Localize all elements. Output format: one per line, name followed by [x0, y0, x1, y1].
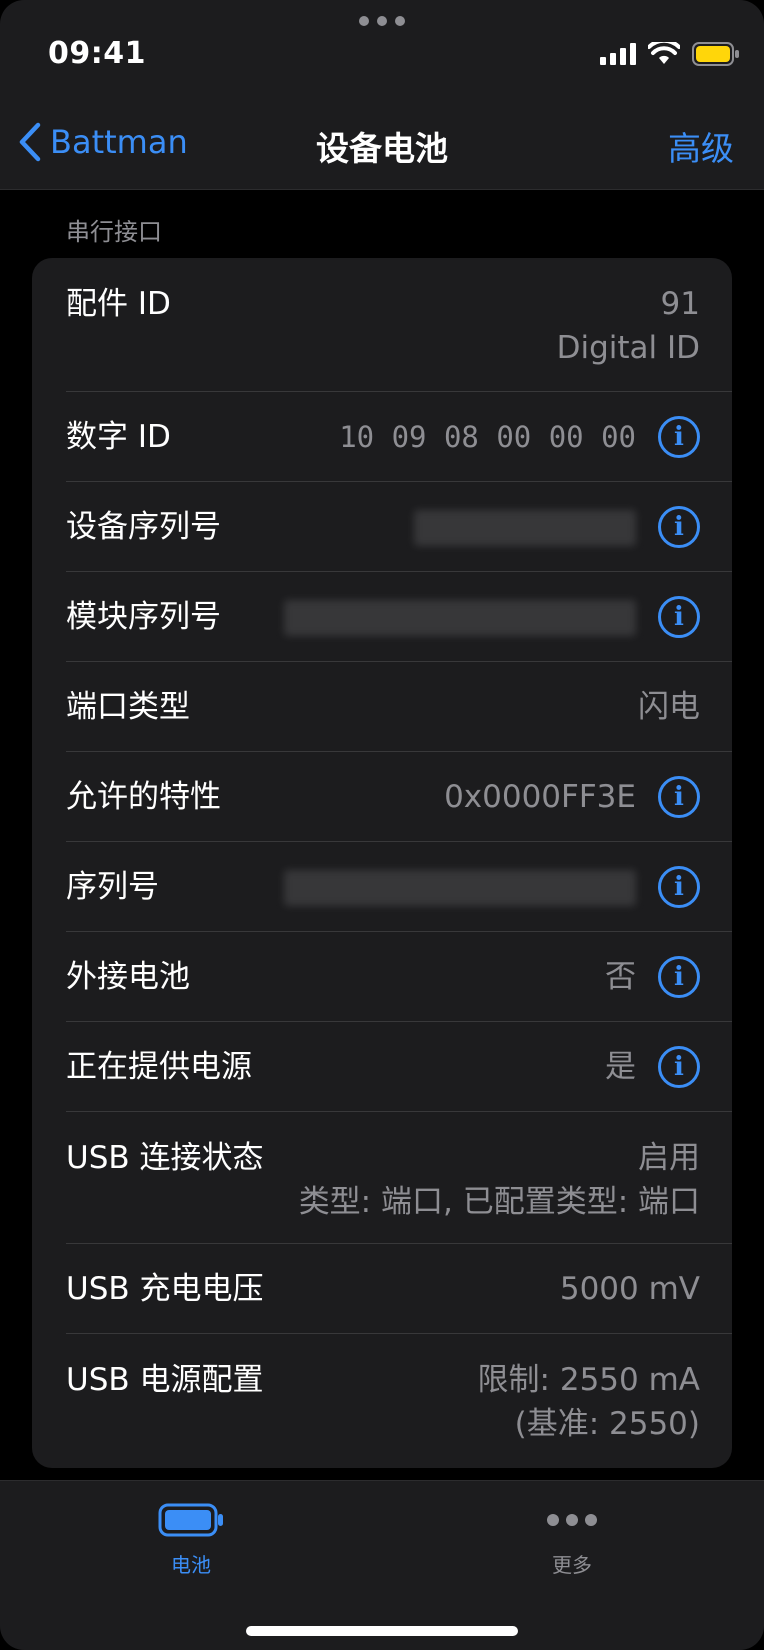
row-label: 正在提供电源	[66, 1049, 252, 1085]
row-usb-power-config: USB 电源配置 限制: 2550 mA (基准: 2550)	[66, 1334, 732, 1468]
redacted-value	[414, 510, 636, 546]
settings-group: 配件 ID 91 Digital ID 数字 ID 10 09 08 00 00…	[32, 258, 732, 1468]
row-label: 模块序列号	[66, 599, 221, 635]
row-allowed-features[interactable]: 允许的特性 0x0000FF3E i	[66, 752, 732, 842]
tab-battery[interactable]: 电池	[131, 1503, 251, 1578]
row-value-line2: Digital ID	[556, 330, 700, 366]
row-value-line1: 启用	[638, 1140, 700, 1176]
phone-screen: 09:41 Battman 设备电池 高级 串行接口 配件 ID 91 Digi…	[0, 0, 764, 1650]
battery-status-icon	[692, 42, 739, 66]
row-label: 序列号	[66, 869, 159, 905]
row-providing-power[interactable]: 正在提供电源 是 i	[66, 1022, 732, 1112]
row-usb-connection-state: USB 连接状态 启用 类型: 端口, 已配置类型: 端口	[66, 1112, 732, 1244]
info-icon[interactable]: i	[658, 776, 700, 818]
row-label: 外接电池	[66, 959, 190, 995]
row-value: 91 Digital ID	[557, 282, 700, 370]
row-label: 允许的特性	[66, 779, 221, 815]
status-bar: 09:41	[0, 0, 764, 100]
row-label: USB 电源配置	[66, 1362, 264, 1398]
tab-label: 电池	[171, 1553, 211, 1577]
info-icon[interactable]: i	[658, 866, 700, 908]
row-digital-id[interactable]: 数字 ID 10 09 08 00 00 00 i	[66, 392, 732, 482]
row-device-serial[interactable]: 设备序列号 i	[66, 482, 732, 572]
row-label: 端口类型	[66, 689, 190, 725]
row-label: USB 连接状态	[66, 1140, 264, 1176]
row-accessory-id: 配件 ID 91 Digital ID	[66, 258, 732, 392]
tab-more[interactable]: 更多	[512, 1503, 632, 1578]
redacted-value	[284, 600, 636, 636]
row-value: 否	[605, 959, 636, 995]
status-icons	[600, 42, 740, 66]
row-label: 配件 ID	[66, 286, 171, 322]
advanced-button[interactable]: 高级	[668, 122, 734, 170]
wifi-icon	[648, 42, 680, 64]
info-icon[interactable]: i	[658, 1046, 700, 1088]
home-indicator[interactable]	[246, 1626, 518, 1636]
info-icon[interactable]: i	[658, 506, 700, 548]
row-label: 设备序列号	[66, 509, 221, 545]
cellular-signal-icon	[600, 43, 636, 65]
row-value-line1: 限制: 2550 mA	[477, 1362, 700, 1398]
more-icon	[547, 1514, 597, 1526]
info-icon[interactable]: i	[658, 416, 700, 458]
row-value: 是	[605, 1049, 636, 1085]
row-value: 闪电	[638, 689, 700, 725]
row-value-line2: (基准: 2550)	[514, 1406, 700, 1442]
row-value: 限制: 2550 mA (基准: 2550)	[478, 1358, 700, 1446]
navigation-bar: Battman 设备电池 高级	[0, 100, 764, 190]
redacted-value	[284, 870, 636, 906]
row-label: 数字 ID	[66, 419, 171, 455]
row-port-type: 端口类型 闪电	[66, 662, 732, 752]
row-value: 启用 类型: 端口, 已配置类型: 端口	[299, 1136, 700, 1224]
section-header: 串行接口	[66, 218, 162, 246]
row-value: 5000 mV	[559, 1271, 700, 1307]
page-title: 设备电池	[316, 129, 448, 168]
row-value: 0x0000FF3E	[444, 779, 636, 815]
row-serial-number[interactable]: 序列号 i	[66, 842, 732, 932]
row-module-serial[interactable]: 模块序列号 i	[66, 572, 732, 662]
battery-icon	[158, 1503, 223, 1537]
settings-list[interactable]: 串行接口 配件 ID 91 Digital ID 数字 ID 10 09 08 …	[0, 190, 764, 1480]
window-handle[interactable]	[359, 16, 405, 26]
info-icon[interactable]: i	[658, 956, 700, 998]
row-label: USB 充电电压	[66, 1271, 264, 1307]
tab-label: 更多	[552, 1553, 592, 1577]
info-icon[interactable]: i	[658, 596, 700, 638]
row-external-battery[interactable]: 外接电池 否 i	[66, 932, 732, 1022]
row-value-line1: 91	[660, 286, 700, 322]
row-usb-charge-voltage: USB 充电电压 5000 mV	[66, 1244, 732, 1334]
row-value: 10 09 08 00 00 00	[339, 420, 636, 454]
tab-bar: 电池 更多	[0, 1480, 764, 1650]
row-value-line2: 类型: 端口, 已配置类型: 端口	[298, 1184, 700, 1220]
status-time: 09:41	[48, 36, 146, 71]
